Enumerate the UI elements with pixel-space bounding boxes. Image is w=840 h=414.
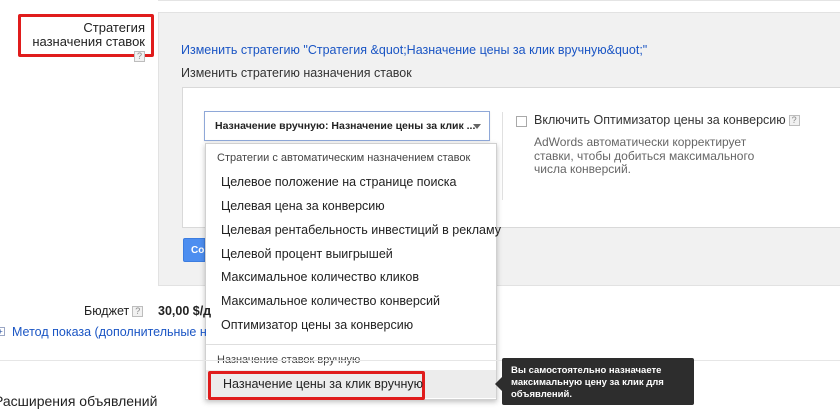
top-divider bbox=[158, 0, 840, 12]
save-button[interactable]: Со bbox=[183, 238, 205, 262]
budget-label: Бюджет? bbox=[84, 304, 144, 318]
optimizer-label: Включить Оптимизатор цены за конверсию? bbox=[534, 113, 800, 127]
expand-icon[interactable]: + bbox=[0, 327, 5, 336]
dropdown-item[interactable]: Целевое положение на странице поиска bbox=[221, 175, 456, 189]
dropdown-item[interactable]: Максимальное количество кликов bbox=[221, 270, 419, 284]
section-label-text: Стратегия назначения ставок bbox=[32, 20, 145, 49]
dropdown-item[interactable]: Оптимизатор цены за конверсию bbox=[221, 318, 413, 332]
optimizer-checkbox[interactable] bbox=[516, 116, 527, 127]
dropdown-item-selected[interactable]: Назначение цены за клик вручную bbox=[208, 371, 425, 400]
dropdown-group-auto: Стратегии с автоматическим назначением с… bbox=[217, 152, 471, 164]
change-strategy-link[interactable]: Изменить стратегию "Стратегия &quot;Назн… bbox=[181, 43, 647, 57]
tooltip: Вы самостоятельно назначаете максимальну… bbox=[502, 358, 694, 405]
tooltip-arrow bbox=[495, 377, 502, 391]
chevron-down-icon bbox=[473, 124, 481, 129]
bid-strategy-dropdown: Стратегии с автоматическим назначением с… bbox=[205, 143, 501, 400]
dropdown-item[interactable]: Целевой процент выигрышей bbox=[221, 247, 393, 261]
budget-value: 30,00 $/д bbox=[158, 304, 212, 318]
section-divider bbox=[0, 360, 840, 361]
bid-strategy-select-value: Назначение вручную: Назначение цены за к… bbox=[215, 120, 476, 132]
dropdown-item[interactable]: Целевая рентабельность инвестиций в рекл… bbox=[221, 223, 501, 237]
bid-strategy-section-label: Стратегия назначения ставок? bbox=[18, 14, 154, 63]
delivery-method-link[interactable]: Метод показа (дополнительные н bbox=[12, 325, 207, 339]
bid-strategy-select[interactable]: Назначение вручную: Назначение цены за к… bbox=[204, 111, 490, 141]
help-icon[interactable]: ? bbox=[788, 115, 800, 127]
optimizer-description: AdWords автоматически корректирует ставк… bbox=[534, 135, 755, 176]
optimizer-label-text: Включить Оптимизатор цены за конверсию bbox=[534, 113, 786, 127]
options-divider bbox=[502, 112, 503, 200]
help-icon[interactable]: ? bbox=[134, 51, 145, 63]
dropdown-divider bbox=[206, 344, 496, 345]
budget-label-text: Бюджет bbox=[84, 304, 130, 318]
dropdown-item[interactable]: Максимальное количество конверсий bbox=[221, 294, 440, 308]
ad-extensions-title: Расширения объявлений bbox=[0, 393, 158, 409]
dropdown-item[interactable]: Целевая цена за конверсию bbox=[221, 199, 385, 213]
help-icon[interactable]: ? bbox=[132, 306, 144, 318]
change-strategy-subtitle: Изменить стратегию назначения ставок bbox=[181, 66, 412, 80]
